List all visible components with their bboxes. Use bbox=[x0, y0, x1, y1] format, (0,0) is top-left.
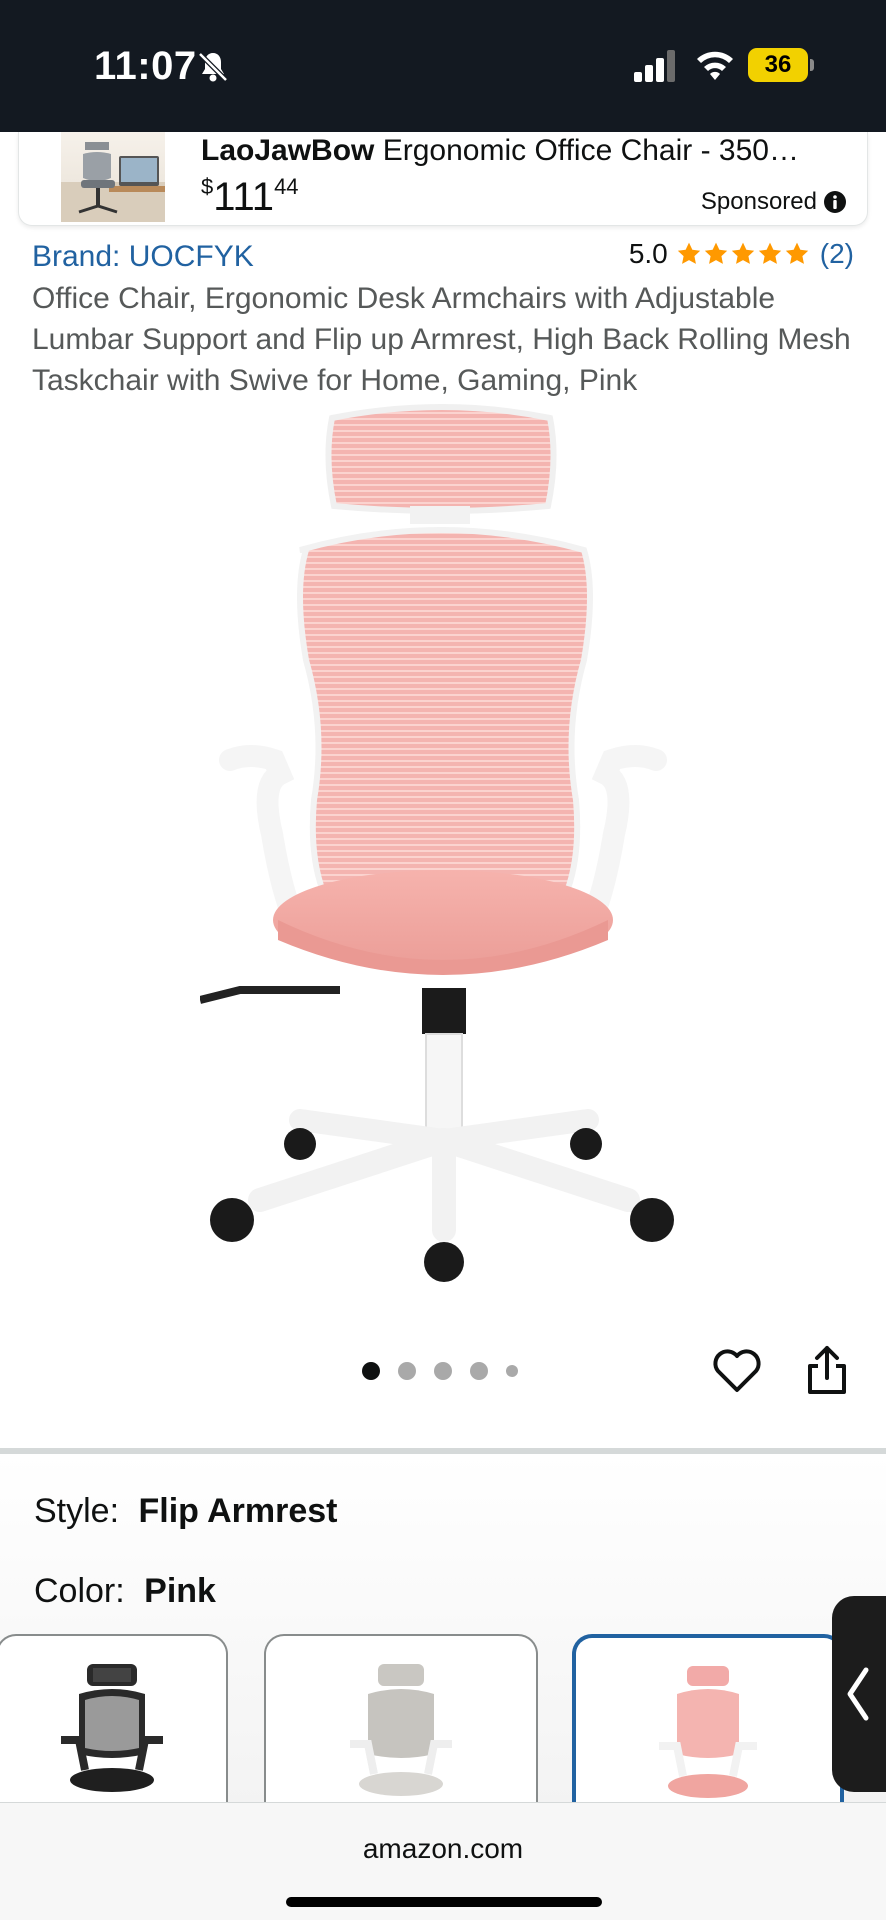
rating-value: 5.0 bbox=[628, 238, 668, 269]
carousel-dot[interactable] bbox=[470, 1362, 488, 1380]
wifi-icon bbox=[697, 51, 733, 80]
sponsored-title[interactable]: LaoJawBow Ergonomic Office Chair - 350… bbox=[201, 134, 851, 168]
rating-count[interactable]: (2) bbox=[820, 238, 854, 270]
color-value: Pink bbox=[144, 1572, 216, 1610]
color-row: Color: Pink bbox=[34, 1572, 216, 1611]
style-row: Style: Flip Armrest bbox=[34, 1492, 338, 1531]
price-currency: $ bbox=[201, 174, 214, 199]
product-image[interactable] bbox=[200, 400, 686, 1300]
sponsored-banner[interactable]: LaoJawBow Ergonomic Office Chair - 350… … bbox=[18, 132, 868, 226]
price-cents: 44 bbox=[274, 174, 299, 199]
battery-level: 36 bbox=[748, 48, 808, 82]
sponsored-text: Sponsored bbox=[700, 188, 817, 215]
side-panel-tab[interactable] bbox=[832, 1596, 886, 1792]
brand-link[interactable]: Brand: UOCFYK bbox=[32, 240, 254, 274]
style-value: Flip Armrest bbox=[138, 1492, 338, 1530]
battery-icon: 36 bbox=[748, 48, 814, 82]
style-label: Style: bbox=[34, 1492, 120, 1530]
info-icon[interactable] bbox=[823, 190, 847, 214]
product-title: Office Chair, Ergonomic Desk Armchairs w… bbox=[32, 282, 851, 397]
chevron-left-icon bbox=[847, 1667, 869, 1721]
url-bar[interactable]: amazon.com bbox=[0, 1833, 886, 1865]
sponsored-brand: LaoJawBow bbox=[201, 134, 375, 167]
star-icon bbox=[704, 242, 727, 264]
home-indicator[interactable] bbox=[286, 1897, 602, 1907]
rating-stars bbox=[676, 241, 810, 267]
swatch-pink[interactable] bbox=[572, 1634, 844, 1814]
color-label: Color: bbox=[34, 1572, 125, 1610]
rating-summary[interactable]: 5.0 (2) bbox=[629, 238, 854, 270]
carousel-dot[interactable] bbox=[434, 1362, 452, 1380]
heart-icon[interactable] bbox=[712, 1346, 762, 1394]
swatch-black[interactable] bbox=[0, 1634, 228, 1814]
star-icon bbox=[731, 242, 754, 264]
star-icon bbox=[785, 242, 808, 264]
bell-slash-icon bbox=[198, 52, 228, 82]
sponsored-thumbnail[interactable] bbox=[61, 132, 165, 222]
carousel-dots[interactable] bbox=[362, 1362, 518, 1380]
sponsored-title-text: Ergonomic Office Chair - 350… bbox=[374, 134, 799, 167]
price-whole: 111 bbox=[213, 175, 275, 219]
carousel-dot[interactable] bbox=[398, 1362, 416, 1380]
carousel-dot[interactable] bbox=[362, 1362, 380, 1380]
carousel-dot[interactable] bbox=[506, 1365, 518, 1377]
share-icon[interactable] bbox=[804, 1344, 850, 1396]
star-icon bbox=[677, 242, 700, 264]
sponsored-label[interactable]: Sponsored bbox=[701, 188, 847, 216]
sponsored-price: $11144 bbox=[201, 174, 299, 220]
signal-icon bbox=[634, 50, 675, 82]
browser-bottom-bar: amazon.com bbox=[0, 1802, 886, 1920]
star-icon bbox=[758, 242, 781, 264]
battery-tip bbox=[810, 59, 814, 71]
status-time: 11:07 bbox=[94, 44, 197, 88]
swatch-gray[interactable] bbox=[264, 1634, 538, 1814]
status-bar: 11:07 36 bbox=[0, 0, 886, 132]
